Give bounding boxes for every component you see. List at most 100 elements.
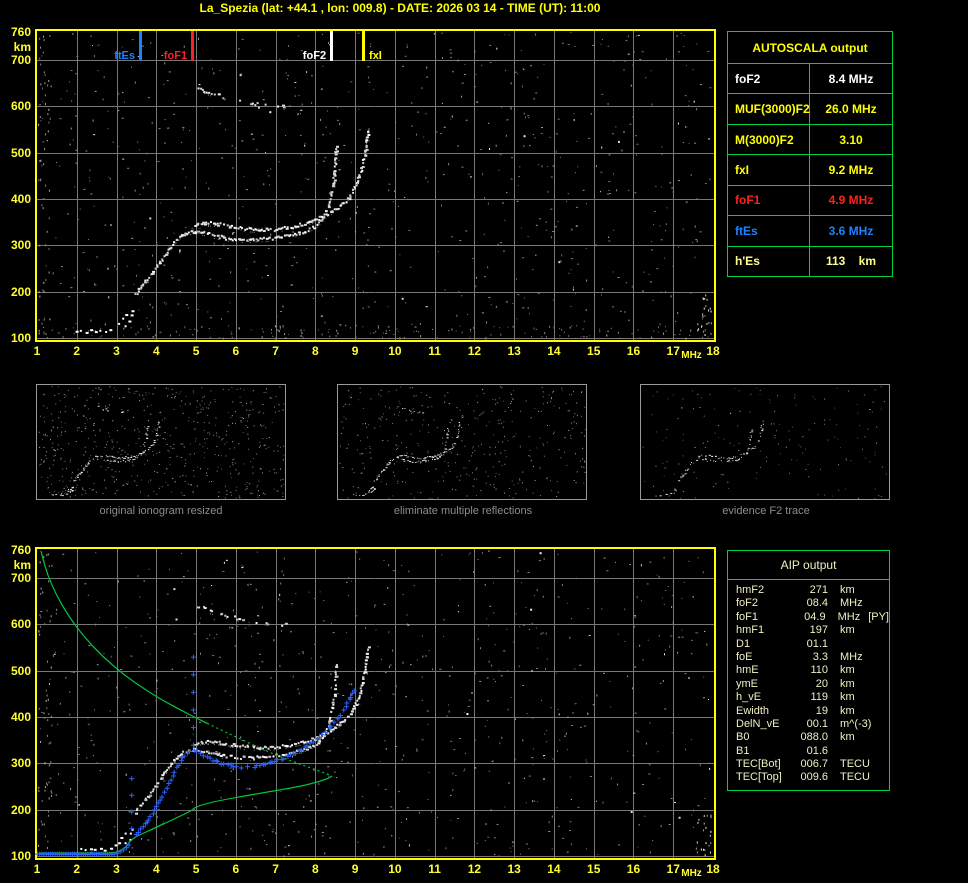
autoscala-row: fxI 9.2 MHz <box>728 155 892 186</box>
aip-output-table: AIP output hmF2 271 km foF2 08.4 MHz foF1 04.9 M… <box>727 550 890 791</box>
y-axis-tick-label: 100 <box>10 849 31 863</box>
aip-row-unit: km <box>840 691 855 704</box>
y-axis-tick-label: 700 <box>10 570 31 585</box>
x-axis-tick-label: 11 <box>428 862 441 876</box>
aip-row-unit: TECU <box>840 771 870 784</box>
y-axis-tick-label: 400 <box>10 709 31 724</box>
aip-row-value: 197 <box>809 624 828 637</box>
x-axis-tick-label: 5 <box>192 862 200 876</box>
x-axis-tick-label: 8 <box>312 862 319 876</box>
x-axis-tick-label: 8 <box>312 344 319 358</box>
thumbnail-caption-original: original ionogram resized <box>99 505 223 517</box>
x-axis-tick-label: 14 <box>547 344 561 358</box>
autoscala-row-label: foF1 <box>728 185 810 216</box>
autoscala-output-table: AUTOSCALA output foF2 8.4 MHz MUF(3000)F2 2… <box>727 31 893 277</box>
aip-row-unit: TECU <box>840 758 870 771</box>
x-axis-tick-label: 4 <box>152 344 160 358</box>
y-axis-tick-label: 760 <box>10 543 31 557</box>
aip-row-name: D1 <box>736 637 751 650</box>
x-axis-tick-label: 7 <box>272 344 279 358</box>
aip-row: ymE 20 km <box>728 678 889 691</box>
aip-row: hmE 110 km <box>728 664 889 677</box>
x-axis-tick-label: 14 <box>547 862 561 876</box>
autoscala-row-value: 113 km <box>825 254 877 269</box>
x-axis-unit-label: MHz <box>681 868 702 879</box>
aip-row-value: 009.6 <box>800 771 828 784</box>
x-axis-tick-label: 18 <box>706 862 720 876</box>
y-axis-tick-label: 700 <box>10 52 31 67</box>
x-axis-tick-label: 2 <box>73 862 81 876</box>
x-axis-tick-label: 4 <box>152 862 160 876</box>
aip-row: foF2 08.4 MHz <box>728 597 889 610</box>
autoscala-row-label: ftEs <box>728 216 810 246</box>
aip-row: TEC[Top] 009.6 TECU <box>728 771 889 784</box>
aip-row-unit: km <box>840 624 855 637</box>
ionogram-top-canvas <box>35 29 716 342</box>
aip-row: h_vE 119 km <box>728 691 889 704</box>
x-axis-tick-label: 9 <box>351 862 359 876</box>
aip-row-name: ymE <box>736 677 758 690</box>
aip-row: D1 01.1 <box>728 638 889 651</box>
aip-row: hmF2 271 km <box>728 584 889 597</box>
aip-row-unit: km <box>840 704 855 717</box>
autoscala-table-rows: foF2 8.4 MHz MUF(3000)F2 26.0 MHz M(3000)F2 3… <box>728 64 892 276</box>
aip-row: TEC[Bot] 006.7 TECU <box>728 758 889 771</box>
x-axis-tick-label: 6 <box>232 862 240 876</box>
aip-row-unit <box>828 638 840 651</box>
autoscala-row: foF1 4.9 MHz <box>728 185 892 217</box>
station-title: La_Spezia (lat: +44.1 , lon: 009.8) - DA… <box>199 1 601 15</box>
aip-row-name: h_vE <box>736 691 762 704</box>
x-axis-tick-label: 16 <box>626 862 641 876</box>
aip-row-name: TEC[Bot] <box>736 758 781 771</box>
aip-row-value: 110 <box>810 664 828 677</box>
y-axis-tick-label: 600 <box>10 617 31 632</box>
aip-row: Ewidth 19 km <box>728 705 889 718</box>
aip-row-value: 006.7 <box>800 758 828 771</box>
aip-row-value: 088.0 <box>800 731 828 744</box>
thumbnail-original-ionogram <box>36 384 286 500</box>
aip-row-value: 271 <box>809 584 828 596</box>
aip-row: hmF1 197 km <box>728 624 889 637</box>
aip-row-name: TEC[Top] <box>736 771 782 784</box>
x-axis-tick-label: 3 <box>113 862 120 876</box>
x-axis-tick-label: 2 <box>73 344 81 358</box>
aip-row-value: 119 <box>810 691 828 704</box>
aip-row-name: DelN_vE <box>736 717 780 730</box>
aip-row-name: B1 <box>736 744 750 757</box>
autoscala-row-value: 8.4 MHz <box>828 71 874 86</box>
autoscala-row-value: 3.6 MHz <box>828 223 874 238</box>
x-axis-tick-label: 7 <box>272 862 279 876</box>
y-axis-tick-label: 400 <box>10 191 31 206</box>
y-axis-tick-label: 200 <box>10 284 31 299</box>
autoscala-row: ftEs 3.6 MHz <box>728 216 892 247</box>
autoscala-row: MUF(3000)F2 26.0 MHz <box>728 94 892 125</box>
x-axis-tick-label: 1 <box>33 344 41 358</box>
x-axis-tick-label: 12 <box>467 862 482 876</box>
autoscala-row-value: 26.0 MHz <box>825 102 877 117</box>
aip-row-value: 19 <box>815 704 828 717</box>
aip-row-unit: km <box>840 677 855 690</box>
autoscala-row-label: fxI <box>728 155 810 185</box>
aip-row: B1 01.6 <box>728 745 889 758</box>
y-axis-tick-label: 300 <box>10 238 31 253</box>
aip-table-rows: hmF2 271 km foF2 08.4 MHz foF1 04.9 MHz [PY] hmF1 1… <box>728 580 889 785</box>
autoscala-row: foF2 8.4 MHz <box>728 64 892 95</box>
aip-row-name: Ewidth <box>736 704 770 717</box>
autoscala-table-title: AUTOSCALA output <box>728 32 892 64</box>
autoscala-row-value: 4.9 MHz <box>828 193 874 208</box>
x-axis-tick-label: 3 <box>113 344 120 358</box>
aip-row-unit <box>828 745 840 758</box>
autoscala-row-label: M(3000)F2 <box>728 124 810 155</box>
aip-row-unit: m^(-3) <box>840 717 872 730</box>
autoscala-row-label: MUF(3000)F2 <box>728 94 810 124</box>
thumbnail-caption-evidence: evidence F2 trace <box>722 505 810 517</box>
aip-row: foF1 04.9 MHz [PY] <box>728 611 889 624</box>
y-axis-tick-label: 100 <box>10 331 31 345</box>
y-axis-tick-label: 760 <box>10 25 31 39</box>
ionogram-bottom-canvas <box>35 547 716 860</box>
aip-row-name: hmE <box>736 664 759 677</box>
aip-row-name: hmF2 <box>736 584 765 596</box>
aip-row-name: foE <box>736 650 753 663</box>
x-axis-tick-label: 9 <box>351 344 359 358</box>
x-axis-tick-label: 10 <box>388 862 402 876</box>
